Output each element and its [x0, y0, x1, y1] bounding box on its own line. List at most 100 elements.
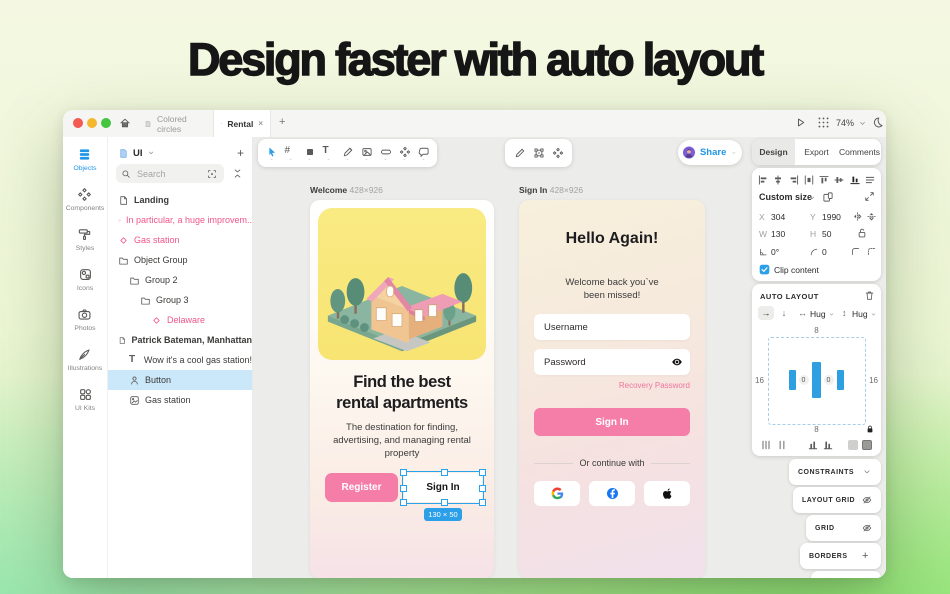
- align-bottom-icon[interactable]: [849, 174, 861, 186]
- align-v-center-icon[interactable]: [833, 174, 845, 186]
- user-avatar[interactable]: [683, 144, 695, 161]
- sidebar-item-objects[interactable]: Objects: [73, 147, 96, 172]
- canvas-stack-light-icon[interactable]: [848, 440, 858, 450]
- components-tool[interactable]: [548, 141, 567, 165]
- play-icon[interactable]: [794, 116, 807, 129]
- transform-tool[interactable]: [529, 141, 548, 165]
- new-tab-button[interactable]: +: [279, 116, 285, 128]
- corner-value[interactable]: 0: [822, 247, 827, 257]
- section-layout-grid[interactable]: LAYOUT GRID: [793, 487, 881, 513]
- show-password-eye-icon[interactable]: [671, 356, 683, 368]
- layer-row-group-3[interactable]: Group 3: [108, 290, 252, 310]
- maximize-window-button[interactable]: [101, 118, 111, 128]
- layer-row-gas-station[interactable]: Gas station: [108, 390, 252, 410]
- corner-smooth-icon[interactable]: [866, 246, 877, 257]
- signin-submit-button[interactable]: Sign In: [534, 408, 690, 436]
- sidebar-item-photos[interactable]: Photos: [74, 307, 95, 332]
- align-left-icon[interactable]: [757, 174, 769, 186]
- scan-select-icon[interactable]: [207, 169, 217, 179]
- section-grid[interactable]: GRID: [806, 515, 881, 541]
- clip-content-checkbox[interactable]: [759, 264, 770, 275]
- shape-tool[interactable]: ⌄: [300, 141, 319, 165]
- layer-row-group-2[interactable]: Group 2: [108, 270, 252, 290]
- flip-horizontal-icon[interactable]: [852, 211, 863, 222]
- sidebar-item-illustrations[interactable]: Illustrations: [68, 347, 102, 372]
- gap-value[interactable]: 0: [799, 375, 809, 385]
- dark-mode-moon-icon[interactable]: [871, 116, 884, 129]
- section-effects[interactable]: EFFECTS+: [811, 571, 881, 578]
- align-baseline-2-icon[interactable]: [822, 439, 834, 451]
- device-preset-icon[interactable]: [822, 191, 834, 203]
- input-tool[interactable]: ⌄: [376, 141, 395, 165]
- padding-left-value[interactable]: 16: [755, 376, 764, 385]
- layer-row-button[interactable]: Button: [108, 370, 252, 390]
- frame-label-signin[interactable]: Sign In 428×926: [519, 185, 583, 195]
- direction-vertical-button[interactable]: ↓: [777, 306, 791, 320]
- google-signin-button[interactable]: [534, 481, 580, 506]
- minimize-window-button[interactable]: [87, 118, 97, 128]
- tab-export[interactable]: Export: [795, 139, 838, 165]
- selection-outline[interactable]: [402, 471, 484, 504]
- align-baseline-icon[interactable]: [807, 439, 819, 451]
- padding-top-value[interactable]: 8: [752, 326, 881, 335]
- register-button[interactable]: Register: [325, 473, 398, 502]
- layer-row-gas-station[interactable]: Gas station: [108, 230, 252, 250]
- sidebar-item-icons[interactable]: Icons: [77, 267, 93, 292]
- textT-tool[interactable]: T⌄: [319, 141, 338, 165]
- frame-label-welcome[interactable]: Welcome 428×926: [310, 185, 383, 195]
- image-tool[interactable]: ⌄: [357, 141, 376, 165]
- recovery-password-link[interactable]: Recovery Password: [534, 381, 690, 390]
- sidebar-item-components[interactable]: Components: [66, 187, 105, 212]
- frame-welcome[interactable]: Find the best rental apartments The dest…: [310, 200, 494, 578]
- trash-icon[interactable]: [864, 290, 875, 301]
- h-value[interactable]: 50: [822, 229, 831, 239]
- more-icon[interactable]: [864, 174, 876, 186]
- lock-ratio-icon[interactable]: [856, 227, 868, 239]
- padding-right-value[interactable]: 16: [869, 376, 878, 385]
- hug-vertical-dropdown[interactable]: Hug: [852, 309, 868, 319]
- apple-signin-button[interactable]: [644, 481, 690, 506]
- canvas-stack-dark-icon[interactable]: [862, 440, 872, 450]
- share-pill[interactable]: Share: [678, 140, 742, 165]
- layer-row-landing[interactable]: Landing: [108, 190, 252, 210]
- layer-row-delaware[interactable]: Delaware: [108, 310, 252, 330]
- password-field[interactable]: Password: [534, 349, 690, 375]
- distribute-space-icon[interactable]: [776, 439, 788, 451]
- add-page-button[interactable]: +: [237, 146, 244, 160]
- gap-value[interactable]: 0: [824, 375, 834, 385]
- align-right-icon[interactable]: [788, 174, 800, 186]
- sidebar-item-ui-kits[interactable]: UI Kits: [75, 387, 95, 412]
- lock-padding-icon[interactable]: [865, 424, 875, 434]
- apps-grid-icon[interactable]: [817, 116, 830, 129]
- tab-design[interactable]: Design: [752, 139, 795, 165]
- direction-horizontal-button[interactable]: →: [758, 306, 774, 320]
- independent-corners-icon[interactable]: [850, 246, 861, 257]
- close-window-button[interactable]: [73, 118, 83, 128]
- layer-row-object-group[interactable]: Object Group: [108, 250, 252, 270]
- layer-row-in-particular-a-huge-improvem[interactable]: In particular, a huge improvem..: [108, 210, 252, 230]
- y-value[interactable]: 1990: [822, 212, 841, 222]
- username-field[interactable]: Username: [534, 314, 690, 340]
- w-value[interactable]: 130: [771, 229, 785, 239]
- x-value[interactable]: 304: [771, 212, 785, 222]
- frame-tool[interactable]: #⌄: [281, 141, 300, 165]
- home-icon[interactable]: [119, 117, 131, 129]
- layer-row-wow-it-s-a-cool-gas-station[interactable]: TWow it's a cool gas station!: [108, 350, 252, 370]
- distribute-packed-icon[interactable]: [760, 439, 772, 451]
- distribute-h-icon[interactable]: [803, 174, 815, 186]
- search-input[interactable]: [135, 168, 203, 180]
- search-box[interactable]: [116, 164, 224, 183]
- comment-tool[interactable]: ⌄: [414, 141, 433, 165]
- tab-colored-circles[interactable]: Colored circles: [137, 110, 209, 137]
- frame-signin[interactable]: Hello Again! Welcome back you`ve been mi…: [519, 200, 705, 578]
- pencil-tool[interactable]: [510, 141, 529, 165]
- components-tool[interactable]: ⌄: [395, 141, 414, 165]
- align-top-icon[interactable]: [818, 174, 830, 186]
- section-constraints[interactable]: CONSTRAINTS: [789, 459, 881, 485]
- cursor-tool[interactable]: ⌄: [262, 141, 281, 165]
- collapse-all-icon[interactable]: [232, 168, 243, 179]
- sidebar-item-styles[interactable]: Styles: [76, 227, 95, 252]
- share-button[interactable]: Share: [700, 147, 726, 158]
- rotation-value[interactable]: 0°: [771, 247, 779, 257]
- document-title[interactable]: UI: [133, 148, 143, 159]
